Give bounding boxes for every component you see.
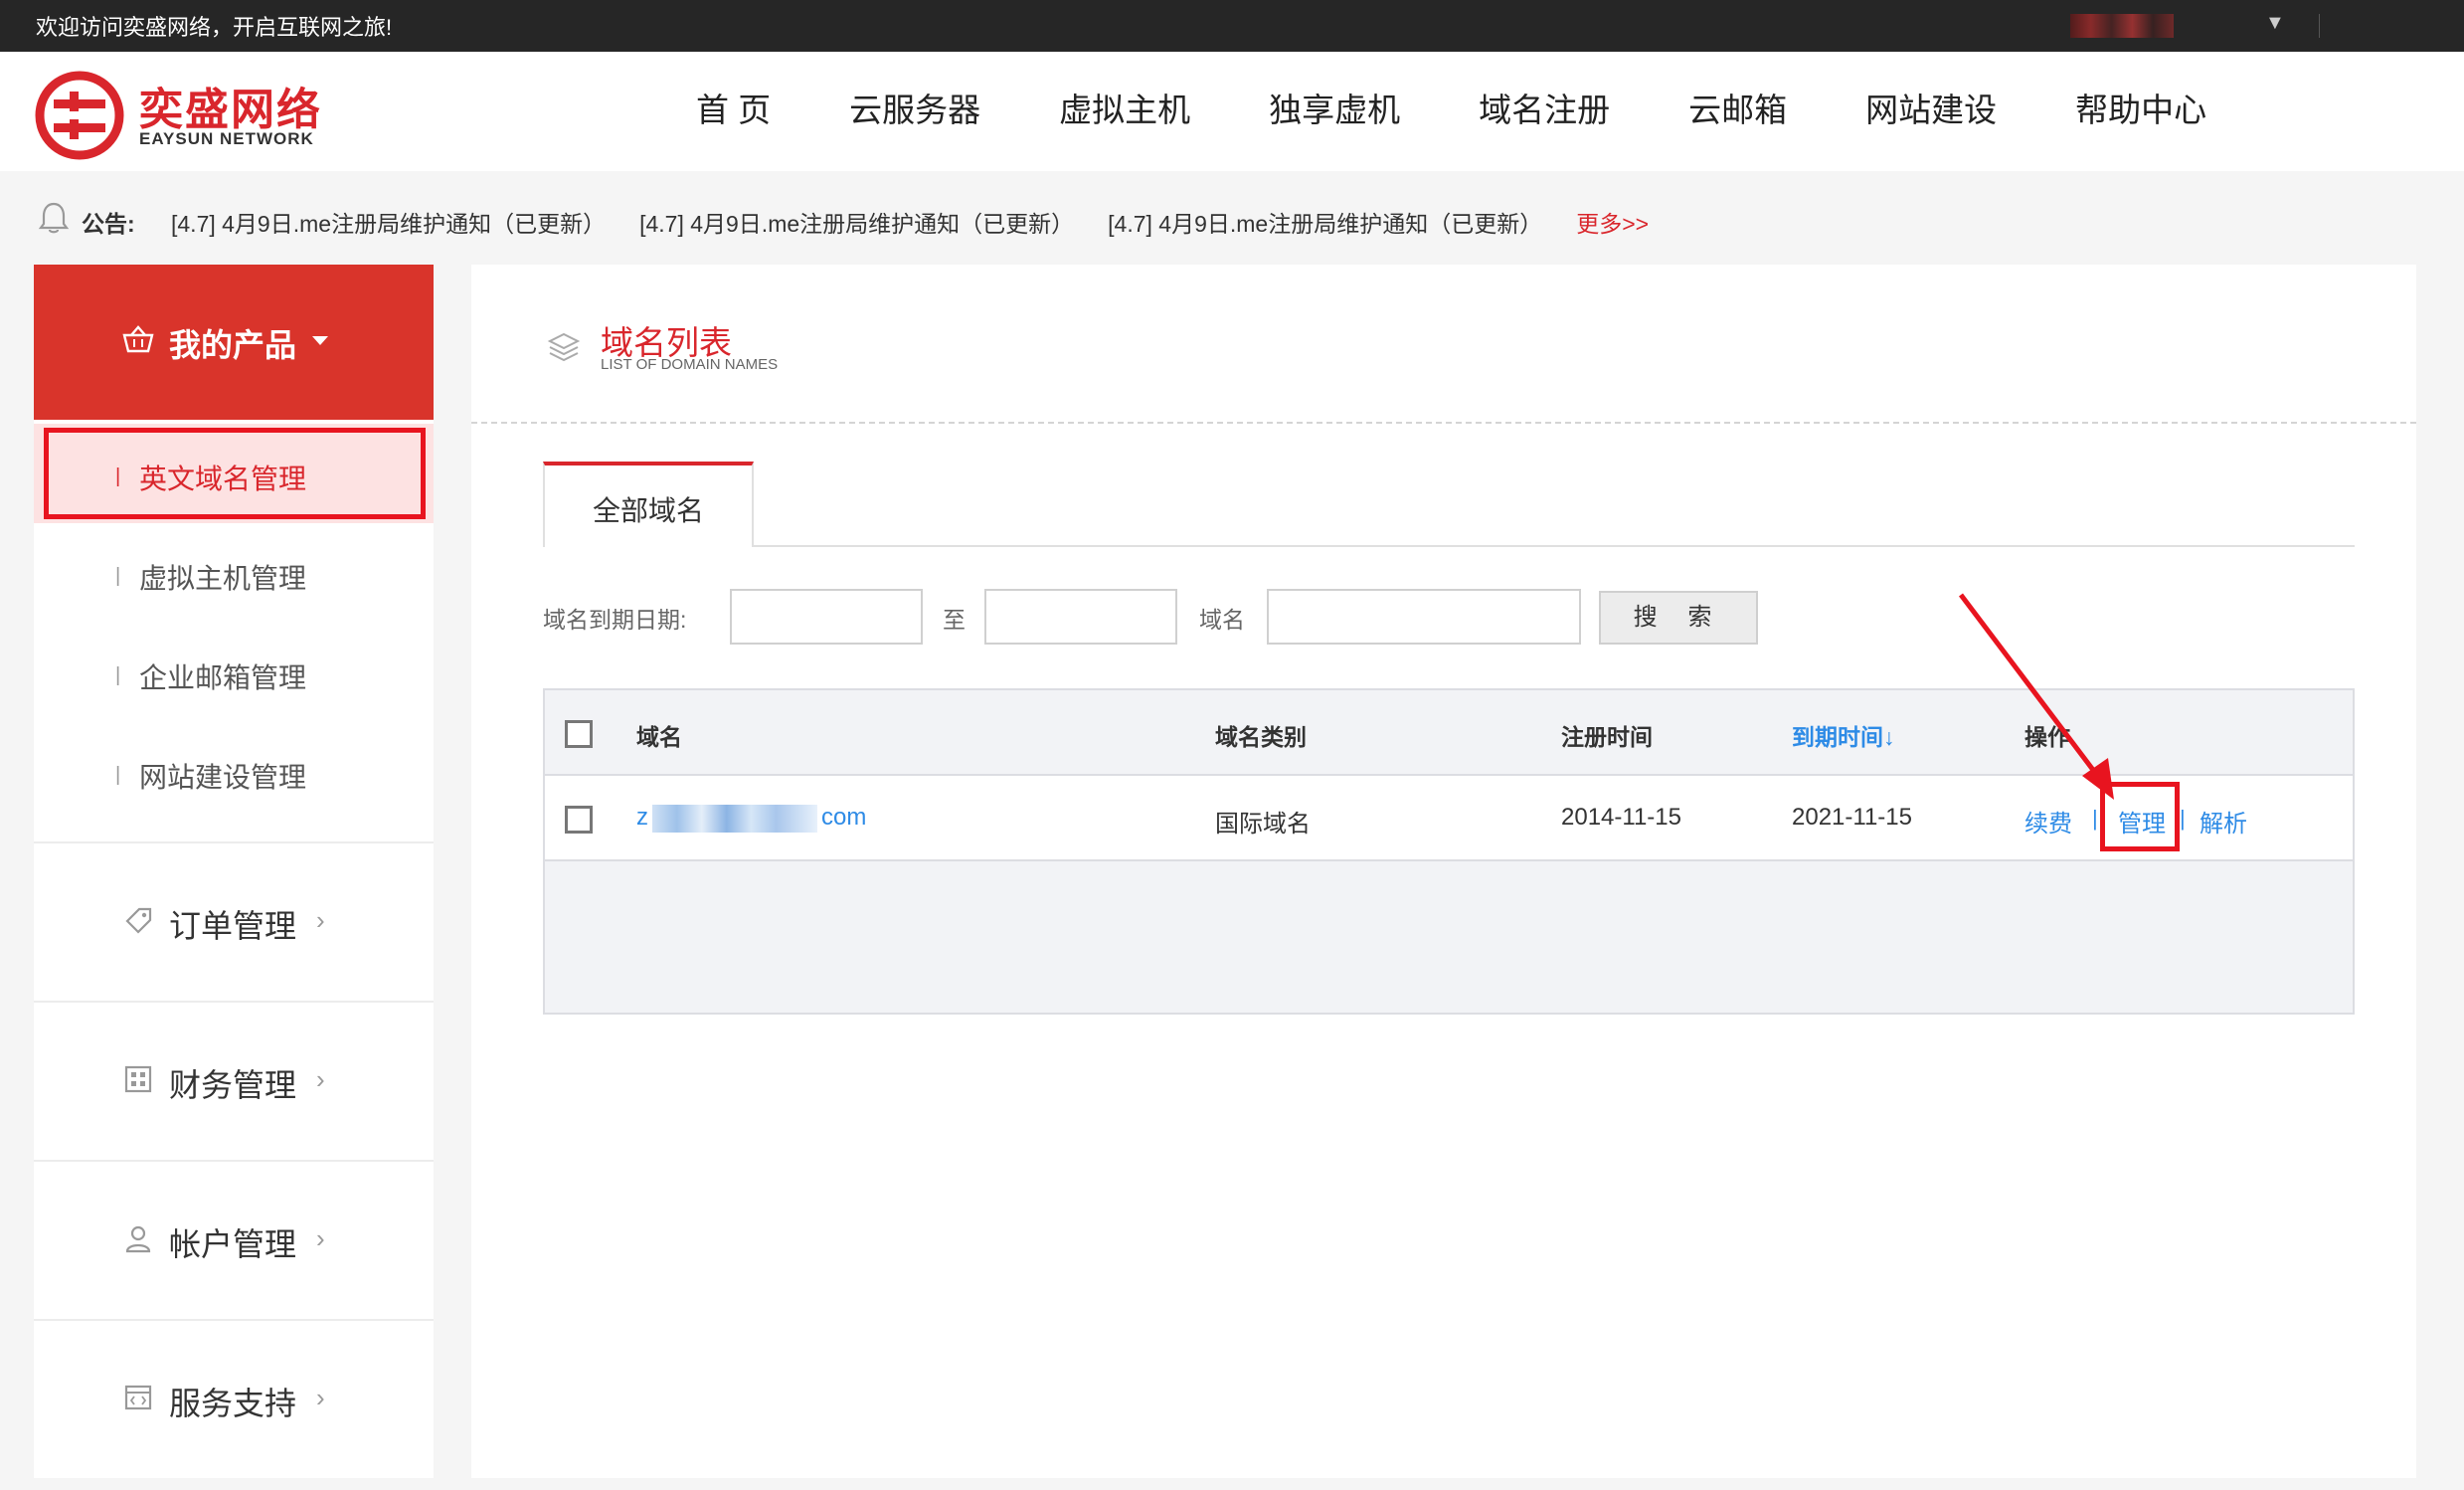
user-name-redacted[interactable] — [2070, 14, 2174, 38]
main-nav: 首 页 云服务器 虚拟主机 独享虚机 域名注册 云邮箱 网站建设 帮助中心 — [696, 52, 2285, 171]
domain-link[interactable]: z com — [636, 804, 866, 833]
brand-logo[interactable]: 奕盛网络 EAYSUN NETWORK — [34, 70, 332, 160]
nav-website-build[interactable]: 网站建设 — [1865, 52, 1997, 171]
registered-date: 2014-11-15 — [1561, 804, 1681, 831]
search-button[interactable]: 搜 索 — [1599, 591, 1758, 645]
sidebar-item-virtual-host-management[interactable]: | 虚拟主机管理 — [34, 523, 434, 623]
brand-name-en: EAYSUN NETWORK — [139, 129, 314, 148]
nav-cloud-mail[interactable]: 云邮箱 — [1688, 52, 1787, 171]
chevron-right-icon: › — [316, 1223, 325, 1253]
grid-icon — [124, 1065, 152, 1093]
nav-virtual-host[interactable]: 虚拟主机 — [1059, 52, 1190, 171]
sidebar-item-mail-management[interactable]: | 企业邮箱管理 — [34, 623, 434, 722]
sidebar-section-account[interactable]: 帐户管理 › — [34, 1160, 434, 1319]
topbar-divider — [2319, 14, 2320, 38]
code-window-icon — [124, 1385, 152, 1410]
sidebar-item-label: 网站建设管理 — [139, 762, 307, 793]
tab-all-domains[interactable]: 全部域名 — [543, 462, 754, 547]
redacted-domain — [652, 804, 817, 833]
announcement-label: 公告: — [82, 211, 135, 237]
date-range-separator: 至 — [943, 607, 966, 633]
sidebar: 我的产品 | 英文域名管理 | 虚拟主机管理 | 企业邮箱管理 | 网站建设管理… — [34, 265, 434, 1478]
sidebar-section-label: 服务支持 — [169, 1386, 297, 1421]
layers-icon — [547, 332, 581, 362]
announcement-item[interactable]: [4.7] 4月9日.me注册局维护通知（已更新） — [639, 205, 1074, 239]
sidebar-section-label: 帐户管理 — [169, 1226, 297, 1262]
user-icon — [125, 1225, 151, 1253]
announcement-item[interactable]: [4.7] 4月9日.me注册局维护通知（已更新） — [171, 205, 606, 239]
title-divider — [471, 422, 2416, 424]
domain-type: 国际域名 — [1215, 811, 1311, 838]
column-registered: 注册时间 — [1561, 724, 1653, 750]
column-expires-sort[interactable]: 到期时间↓ — [1792, 718, 1895, 752]
nav-home[interactable]: 首 页 — [696, 52, 771, 171]
select-all-checkbox[interactable] — [565, 720, 593, 748]
expire-date-label: 域名到期日期: — [543, 607, 687, 633]
sidebar-item-divider: | — [115, 764, 121, 786]
row-checkbox[interactable] — [565, 806, 593, 834]
logo-emblem-icon — [35, 71, 124, 160]
action-separator: | — [2180, 806, 2186, 831]
bell-icon — [38, 202, 70, 234]
sidebar-item-divider: | — [115, 664, 121, 686]
domain-search-input[interactable] — [1267, 589, 1581, 645]
sidebar-item-divider: | — [115, 565, 121, 587]
sidebar-item-label: 虚拟主机管理 — [139, 563, 307, 594]
sidebar-item-label: 英文域名管理 — [139, 464, 307, 494]
sidebar-item-divider: | — [115, 466, 121, 487]
nav-dedicated-vm[interactable]: 独享虚机 — [1269, 52, 1400, 171]
sidebar-item-website-management[interactable]: | 网站建设管理 — [34, 722, 434, 822]
chevron-right-icon: › — [316, 1383, 325, 1412]
nav-cloud-server[interactable]: 云服务器 — [849, 52, 980, 171]
tab-underline — [543, 545, 2355, 547]
sidebar-section-finance[interactable]: 财务管理 › — [34, 1001, 434, 1160]
domain-prefix: z — [636, 804, 648, 831]
sidebar-section-support[interactable]: 服务支持 › — [34, 1319, 434, 1478]
sidebar-my-products[interactable]: 我的产品 — [34, 265, 434, 420]
sidebar-item-label: 企业邮箱管理 — [139, 662, 307, 693]
basket-icon — [122, 325, 154, 353]
sidebar-section-label: 订单管理 — [169, 908, 297, 944]
user-menu-caret-icon[interactable]: ▼ — [2265, 12, 2285, 35]
column-type: 域名类别 — [1215, 724, 1307, 750]
announcement-item[interactable]: [4.7] 4月9日.me注册局维护通知（已更新） — [1108, 205, 1542, 239]
resolve-link[interactable]: 解析 — [2200, 804, 2247, 838]
expire-date: 2021-11-15 — [1792, 804, 1912, 831]
announcement-list: [4.7] 4月9日.me注册局维护通知（已更新） [4.7] 4月9日.me注… — [171, 205, 1682, 239]
page-subtitle: LIST OF DOMAIN NAMES — [601, 356, 779, 373]
chevron-right-icon: › — [316, 1064, 325, 1094]
announcement-more-link[interactable]: 更多>> — [1576, 205, 1649, 239]
annotation-arrow-icon — [1959, 593, 2114, 800]
tag-icon — [125, 907, 152, 934]
welcome-text: 欢迎访问奕盛网络，开启互联网之旅! — [36, 15, 393, 40]
nav-help-center[interactable]: 帮助中心 — [2075, 52, 2206, 171]
sidebar-section-label: 财务管理 — [169, 1067, 297, 1103]
expire-date-end-input[interactable] — [984, 589, 1177, 645]
site-header: 奕盛网络 EAYSUN NETWORK 首 页 云服务器 虚拟主机 独享虚机 域… — [0, 52, 2464, 171]
caret-down-icon — [312, 336, 328, 345]
expire-date-start-input[interactable] — [730, 589, 923, 645]
announcement-bar: 公告: [4.7] 4月9日.me注册局维护通知（已更新） [4.7] 4月9日… — [0, 171, 2464, 267]
sidebar-item-domain-management[interactable]: | 英文域名管理 — [34, 424, 434, 523]
domain-filter-label: 域名 — [1199, 607, 1245, 633]
domain-suffix: com — [821, 804, 867, 831]
nav-domain-register[interactable]: 域名注册 — [1479, 52, 1610, 171]
sidebar-section-orders[interactable]: 订单管理 › — [34, 841, 434, 1001]
column-domain: 域名 — [636, 724, 682, 750]
sidebar-header-label: 我的产品 — [169, 327, 297, 363]
chevron-right-icon: › — [316, 905, 325, 935]
top-bar: 欢迎访问奕盛网络，开启互联网之旅! ▼ — [0, 0, 2464, 52]
tab-label: 全部域名 — [592, 495, 704, 526]
brand-name-cn: 奕盛网络 — [139, 86, 322, 134]
main-panel: 域名列表 LIST OF DOMAIN NAMES 全部域名 域名到期日期: 至… — [471, 265, 2416, 1478]
